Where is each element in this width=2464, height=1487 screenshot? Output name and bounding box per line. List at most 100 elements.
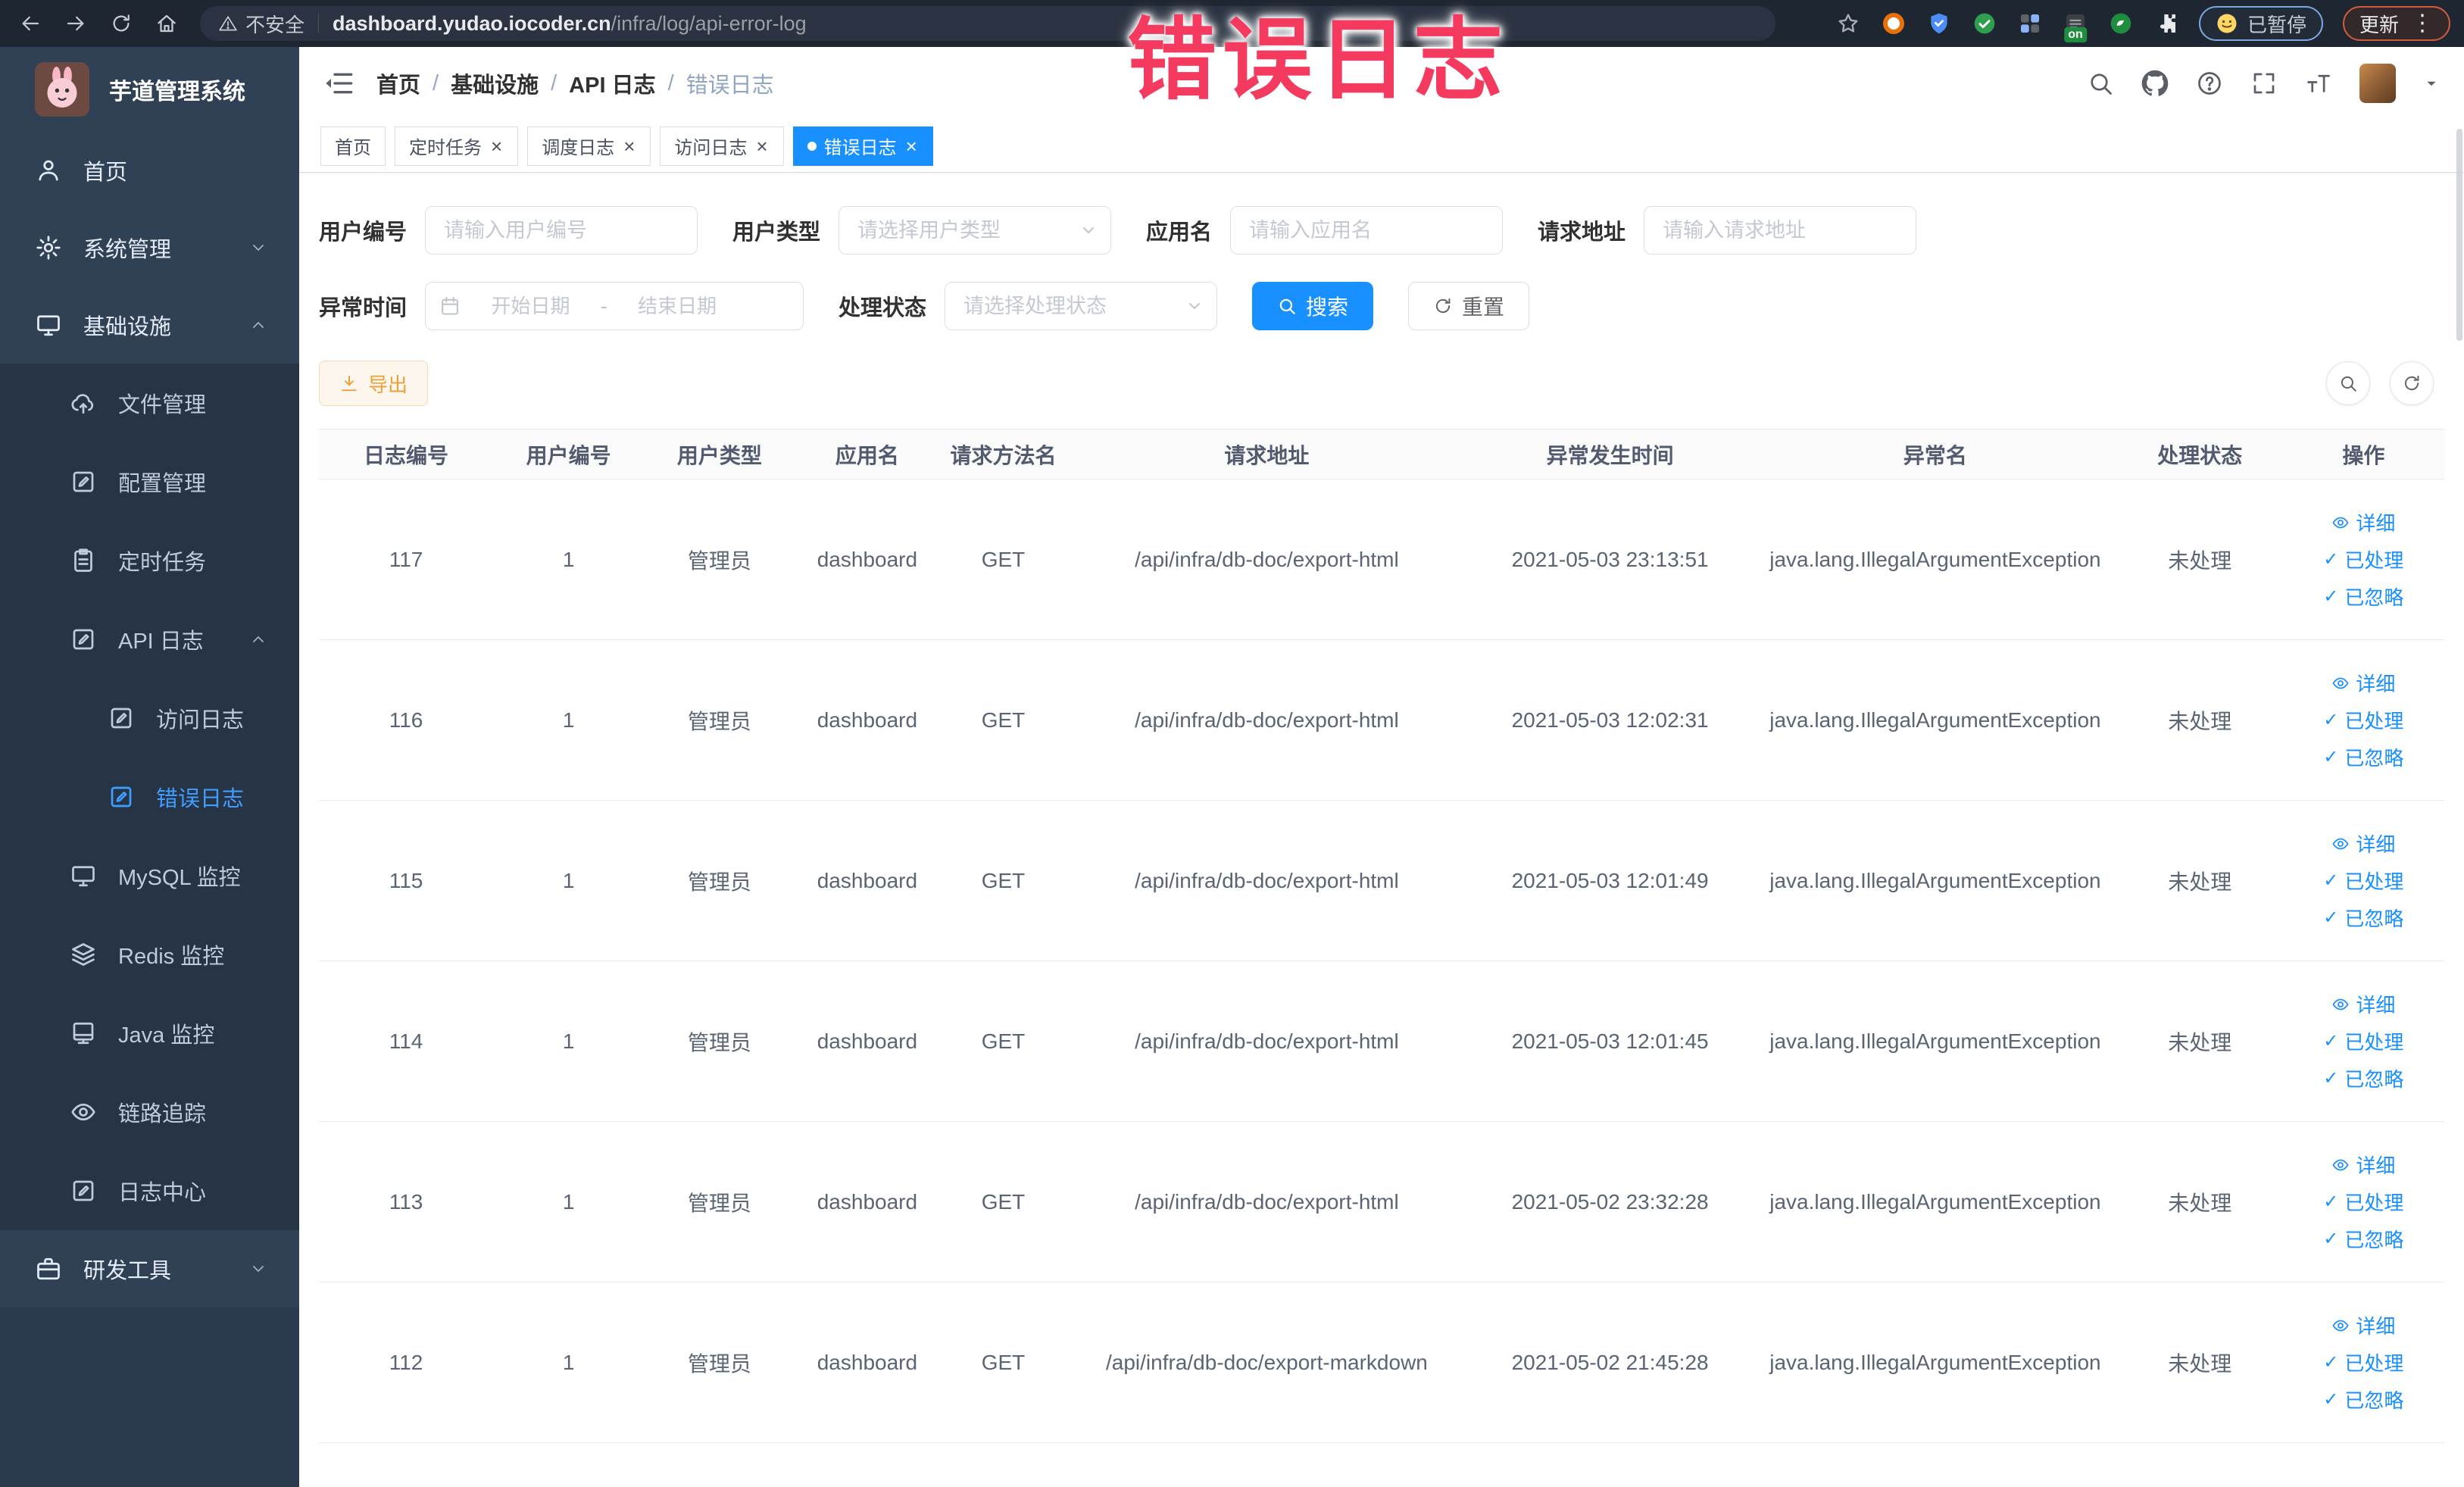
sidebar-item-java-monitor[interactable]: Java 监控: [0, 994, 299, 1073]
toggle-search-button[interactable]: [2326, 361, 2370, 405]
ignored-link[interactable]: ✓ 已忽略: [2323, 1225, 2403, 1253]
avatar-caret-down-icon[interactable]: [2423, 75, 2440, 92]
sidebar-item-access-log[interactable]: 访问日志: [0, 679, 299, 758]
request-url-input[interactable]: [1644, 206, 1917, 255]
hamburger-icon[interactable]: [323, 68, 354, 98]
sidebar-item-home[interactable]: 首页: [0, 132, 299, 209]
breadcrumb-item[interactable]: 基础设施: [451, 67, 539, 99]
refresh-button[interactable]: [2390, 361, 2434, 405]
browser-home-button[interactable]: [150, 7, 183, 40]
cell-value: 1: [562, 1350, 575, 1374]
tab-access-log[interactable]: 访问日志 ×: [660, 126, 784, 166]
sidebar-item-label: 错误日志: [156, 787, 245, 811]
ignored-link[interactable]: ✓ 已忽略: [2323, 583, 2403, 611]
search-button[interactable]: 搜索: [1252, 282, 1374, 330]
extension-icon-green-check[interactable]: [1972, 11, 1997, 36]
extension-icon-with-on-badge[interactable]: on: [2063, 11, 2088, 42]
sidebar-item-label: 日志中心: [118, 1181, 207, 1205]
tab-home[interactable]: 首页: [320, 126, 386, 166]
tab-error-log[interactable]: 错误日志 ×: [792, 126, 933, 166]
font-size-icon[interactable]: [2305, 70, 2332, 97]
chevron-up-icon: [249, 316, 267, 334]
github-icon[interactable]: [2141, 70, 2169, 97]
breadcrumb-separator: /: [433, 70, 439, 95]
extension-icon-green-leaf[interactable]: [2108, 11, 2134, 36]
export-button[interactable]: 导出: [319, 361, 429, 406]
help-question-icon[interactable]: [2196, 70, 2223, 97]
breadcrumb-item[interactable]: 首页: [376, 67, 420, 99]
check-icon: ✓: [2323, 1389, 2339, 1410]
address-bar[interactable]: 不安全 dashboard.yudao.iocoder.cn/infra/log…: [200, 6, 1775, 41]
bookmark-star-icon[interactable]: [1835, 11, 1861, 36]
page-url[interactable]: dashboard.yudao.iocoder.cn/infra/log/api…: [333, 12, 807, 36]
app-name-input[interactable]: [1230, 206, 1504, 255]
detail-link[interactable]: 详细: [2331, 990, 2395, 1018]
processed-link[interactable]: ✓ 已处理: [2323, 1188, 2403, 1216]
close-icon[interactable]: ×: [489, 136, 504, 156]
processed-link[interactable]: ✓ 已处理: [2323, 1348, 2403, 1376]
user-id-input[interactable]: [425, 206, 698, 255]
extensions-puzzle-icon[interactable]: [2153, 11, 2179, 36]
close-icon[interactable]: ×: [904, 136, 919, 156]
cell-value: /api/infra/db-doc/export-html: [1135, 1029, 1399, 1053]
detail-link[interactable]: 详细: [2331, 1151, 2395, 1179]
cell-value: 未处理: [2168, 1030, 2232, 1054]
processed-link[interactable]: ✓ 已处理: [2323, 867, 2403, 895]
sidebar-item-mysql-monitor[interactable]: MySQL 监控: [0, 836, 299, 915]
breadcrumb-item[interactable]: API 日志: [569, 67, 655, 99]
processed-link[interactable]: ✓ 已处理: [2323, 1027, 2403, 1055]
ignored-link[interactable]: ✓ 已忽略: [2323, 1385, 2403, 1414]
extension-icon-blue-shield[interactable]: [1926, 11, 1952, 36]
fullscreen-icon[interactable]: [2250, 70, 2278, 97]
detail-link[interactable]: 详细: [2331, 669, 2395, 697]
sidebar-item-log-center[interactable]: 日志中心: [0, 1151, 299, 1230]
sidebar-item-config-management[interactable]: 配置管理: [0, 442, 299, 521]
end-date-input[interactable]: [614, 294, 740, 318]
extension-icon-grid[interactable]: [2017, 11, 2043, 36]
detail-link[interactable]: 详细: [2331, 508, 2395, 536]
browser-update-menu[interactable]: 更新 ⋮: [2342, 6, 2450, 41]
user-type-select[interactable]: [839, 206, 1112, 255]
detail-link[interactable]: 详细: [2331, 1311, 2395, 1339]
breadcrumb-separator: /: [551, 70, 557, 95]
ignored-link[interactable]: ✓ 已忽略: [2323, 743, 2403, 771]
browser-forward-button[interactable]: [59, 7, 92, 40]
app-logo-row[interactable]: 芋道管理系统: [0, 47, 299, 132]
sidebar-item-error-log[interactable]: 错误日志: [0, 758, 299, 836]
sidebar-item-redis-monitor[interactable]: Redis 监控: [0, 915, 299, 994]
breadcrumb: 首页 / 基础设施 / API 日志 / 错误日志: [376, 67, 774, 99]
tab-schedule-log[interactable]: 调度日志 ×: [527, 126, 651, 166]
sidebar-item-scheduled-tasks[interactable]: 定时任务: [0, 521, 299, 600]
sidebar-item-dev-tools[interactable]: 研发工具: [0, 1230, 299, 1307]
processed-link[interactable]: ✓ 已处理: [2323, 545, 2403, 573]
ignored-link[interactable]: ✓ 已忽略: [2323, 1064, 2403, 1092]
smiley-avatar-icon: [2217, 14, 2237, 33]
process-status-select[interactable]: [945, 282, 1218, 330]
start-date-input[interactable]: [468, 294, 594, 318]
cell-app: dashboard: [795, 1121, 940, 1282]
scrollbar-thumb[interactable]: [2456, 129, 2462, 341]
profile-paused-badge[interactable]: 已暂停: [2198, 6, 2323, 41]
sidebar-item-api-log[interactable]: API 日志: [0, 600, 299, 679]
processed-link[interactable]: ✓ 已处理: [2323, 706, 2403, 734]
detail-link[interactable]: 详细: [2331, 829, 2395, 858]
tab-scheduled-tasks[interactable]: 定时任务 ×: [395, 126, 519, 166]
eye-icon: [70, 1098, 97, 1126]
user-avatar[interactable]: [2359, 64, 2396, 103]
close-icon[interactable]: ×: [754, 136, 769, 156]
ignored-link[interactable]: ✓ 已忽略: [2323, 904, 2403, 932]
date-range-picker[interactable]: -: [425, 282, 804, 330]
sidebar-item-trace[interactable]: 链路追踪: [0, 1073, 299, 1151]
sidebar-item-file-management[interactable]: 文件管理: [0, 364, 299, 442]
browser-reload-button[interactable]: [105, 7, 138, 40]
cell-time: 2021-05-02 21:45:28: [1466, 1282, 1754, 1443]
close-icon[interactable]: ×: [622, 136, 636, 156]
sidebar-item-system-management[interactable]: 系统管理: [0, 209, 299, 286]
header-search-icon[interactable]: [2087, 70, 2114, 97]
reset-button[interactable]: 重置: [1408, 282, 1530, 330]
extension-icon-orange-ring[interactable]: [1881, 11, 1907, 36]
sidebar-item-infrastructure[interactable]: 基础设施: [0, 286, 299, 364]
security-label[interactable]: 不安全: [245, 10, 304, 38]
sidebar-filler: [0, 1307, 299, 1487]
browser-back-button[interactable]: [14, 7, 47, 40]
